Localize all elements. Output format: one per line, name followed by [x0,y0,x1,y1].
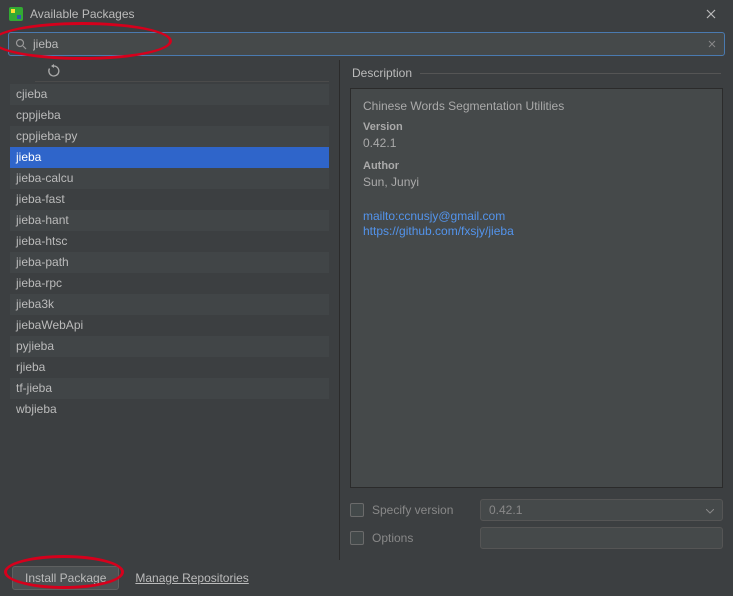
chevron-down-icon [706,503,714,517]
description-pane: Description Chinese Words Segmentation U… [340,60,733,560]
clear-icon[interactable] [700,40,724,48]
package-link[interactable]: mailto:ccnusjy@gmail.com [363,209,710,224]
specify-version-label: Specify version [372,503,472,517]
package-item[interactable]: jieba3k [10,294,329,315]
app-icon [8,6,24,22]
options-checkbox[interactable] [350,531,364,545]
package-item[interactable]: jieba-htsc [10,231,329,252]
package-link[interactable]: https://github.com/fxsjy/jieba [363,224,710,239]
package-item[interactable]: jieba-fast [10,189,329,210]
package-summary: Chinese Words Segmentation Utilities [363,99,710,113]
options-input[interactable] [480,527,723,549]
window-title: Available Packages [30,7,697,21]
version-value: 0.42.1 [363,136,710,150]
author-label: Author [363,160,710,172]
package-item[interactable]: jieba-rpc [10,273,329,294]
description-header: Description [350,62,723,84]
specify-version-checkbox[interactable] [350,503,364,517]
refresh-button[interactable] [45,62,63,80]
footer: Install Package Manage Repositories [0,560,733,596]
version-select-value: 0.42.1 [489,503,522,517]
search-icon [9,38,33,50]
version-select[interactable]: 0.42.1 [480,499,723,521]
description-panel: Chinese Words Segmentation Utilities Ver… [350,88,723,488]
package-item[interactable]: jieba [10,147,329,168]
package-list: cjiebacppjiebacppjieba-pyjiebajieba-calc… [0,82,339,560]
package-item[interactable]: wbjieba [10,399,329,420]
options-label: Options [372,531,472,545]
package-item[interactable]: jieba-hant [10,210,329,231]
package-item[interactable]: tf-jieba [10,378,329,399]
manage-repositories-link[interactable]: Manage Repositories [127,567,256,589]
author-value: Sun, Junyi [363,175,710,189]
package-item[interactable]: jieba-calcu [10,168,329,189]
install-package-button[interactable]: Install Package [12,566,119,590]
package-item[interactable]: jiebaWebApi [10,315,329,336]
search-input[interactable] [33,37,700,51]
package-item[interactable]: cppjieba-py [10,126,329,147]
description-header-text: Description [352,66,412,80]
package-item[interactable]: jieba-path [10,252,329,273]
package-list-pane: cjiebacppjiebacppjieba-pyjiebajieba-calc… [0,60,340,560]
package-item[interactable]: cppjieba [10,105,329,126]
package-item[interactable]: pyjieba [10,336,329,357]
package-item[interactable]: cjieba [10,84,329,105]
version-label: Version [363,121,710,133]
package-item[interactable]: rjieba [10,357,329,378]
close-button[interactable] [697,0,725,28]
titlebar: Available Packages [0,0,733,28]
search-bar [0,28,733,60]
